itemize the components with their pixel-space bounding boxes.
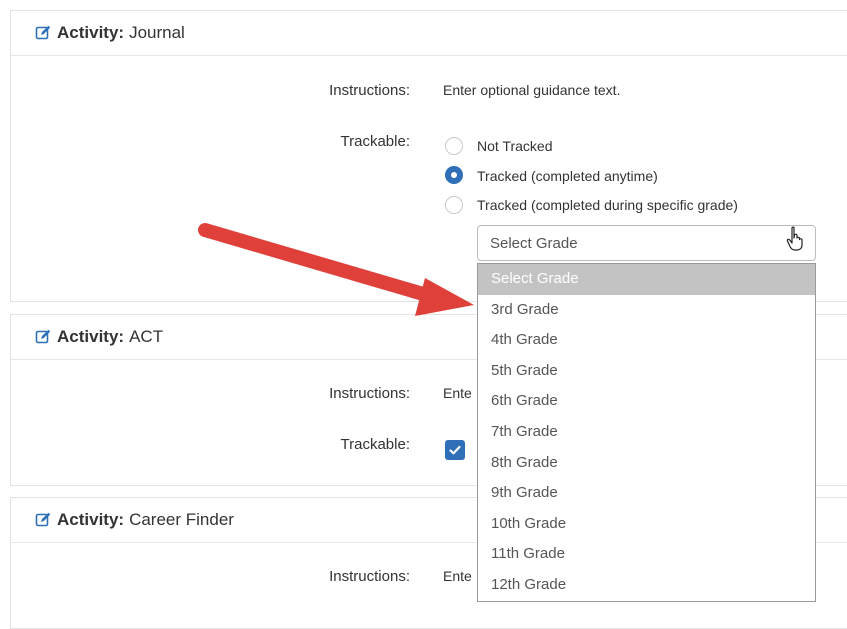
annotation-arrow (198, 223, 474, 316)
